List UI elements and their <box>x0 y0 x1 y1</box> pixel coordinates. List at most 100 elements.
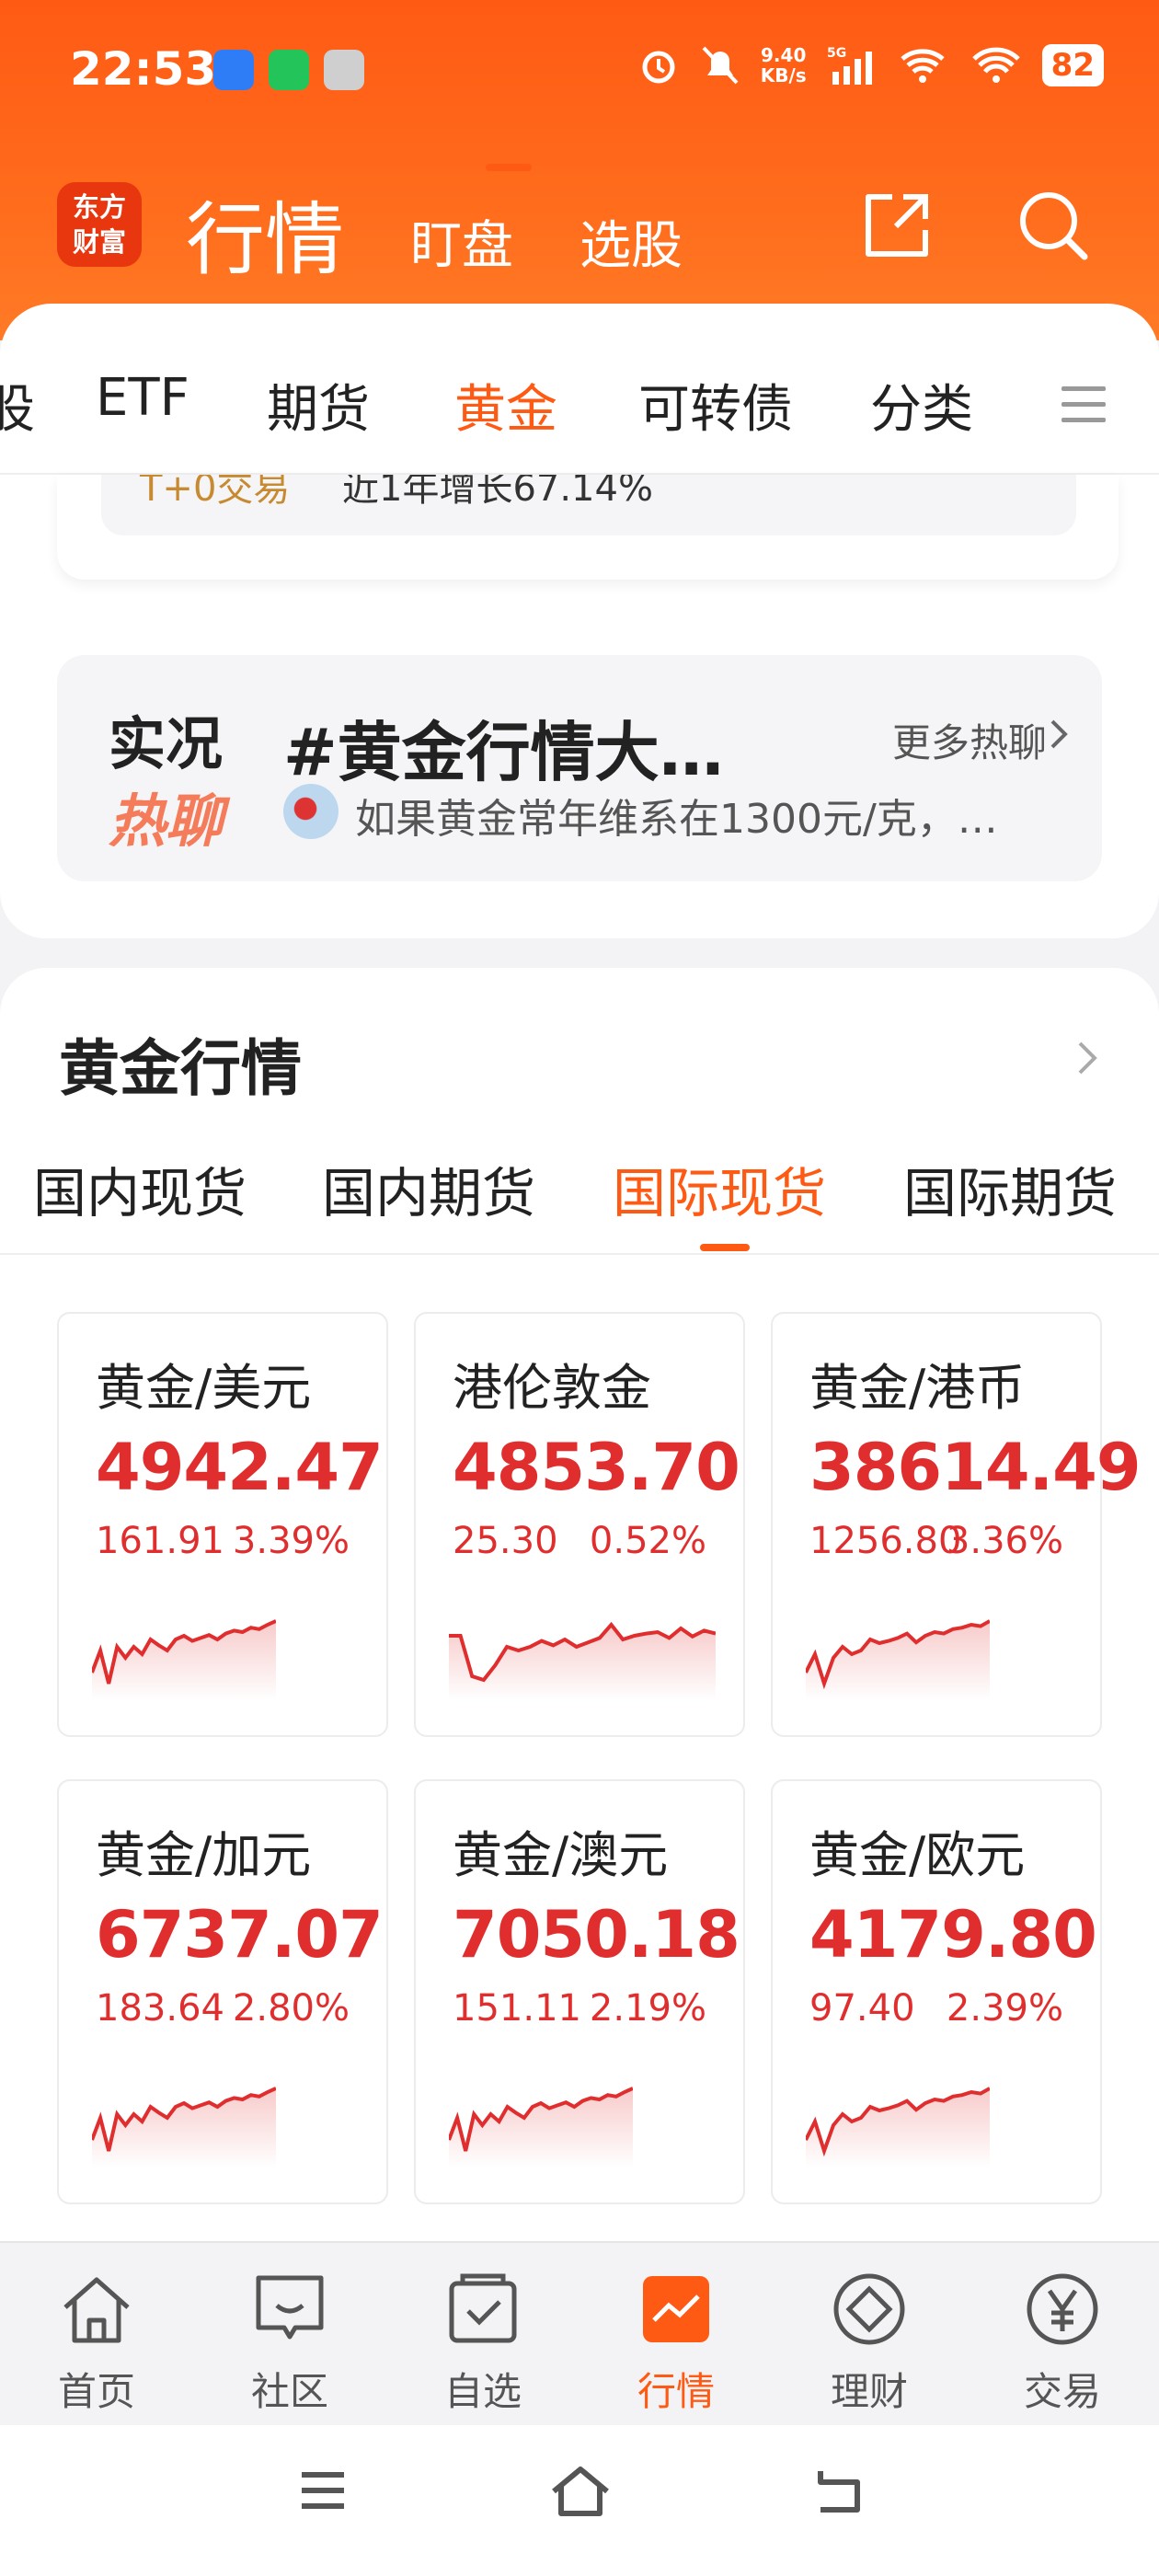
community-icon <box>256 2275 324 2340</box>
quote-percent: 2.19% <box>589 1987 706 2030</box>
watchlist-icon <box>449 2273 517 2343</box>
status-bar: 22:53 9.40 KB/s 5G 82 <box>0 37 1159 110</box>
nav-home[interactable]: 首页 <box>0 2243 193 2427</box>
menu-icon[interactable] <box>1061 386 1106 427</box>
sparkline-area <box>449 1625 716 1700</box>
quote-price: 4942.47 <box>96 1430 384 1505</box>
quote-change: 1256.80 <box>809 1520 962 1562</box>
home-icon <box>63 2277 130 2343</box>
recent-apps-icon[interactable] <box>294 2462 351 2519</box>
nav-trade[interactable]: 交易 <box>966 2243 1159 2427</box>
nav-watchlist[interactable]: 自选 <box>386 2243 580 2427</box>
tab-gold[interactable]: 黄金 <box>454 368 557 443</box>
hot-chat-label-live: 实况 <box>109 710 224 777</box>
quote-percent: 2.80% <box>232 1987 350 2030</box>
sparkline-chart <box>92 2087 276 2168</box>
subtab-domestic-futures[interactable]: 国内期货 <box>322 1150 535 1227</box>
market-icon <box>643 2276 709 2342</box>
tab-active-indicator <box>486 164 532 171</box>
quote-card-gold-usd[interactable]: 黄金/美元 4942.47 161.91 3.39% <box>57 1312 388 1737</box>
hot-chat-card[interactable]: 实况 热聊 #黄金行情大… 更多热聊 如果黄金常年维系在1300元/克，… <box>57 655 1102 881</box>
hot-chat-label-chat: 热聊 <box>109 788 224 855</box>
more-hot-chat-link[interactable]: 更多热聊 <box>892 712 1047 768</box>
quote-name: 黄金/加元 <box>96 1826 312 1884</box>
growth-text: 近1年增长67.14% <box>342 475 653 510</box>
subtab-intl-futures[interactable]: 国际期货 <box>903 1150 1117 1227</box>
sparkline-area <box>92 2088 276 2168</box>
t0-tag: T+0交易 <box>140 475 291 510</box>
tab-convertible-bonds[interactable]: 可转债 <box>638 368 793 443</box>
market-tab-bar: 股 ETF 期货 黄金 可转债 分类 <box>0 304 1159 475</box>
quote-price: 38614.49 <box>809 1430 1142 1505</box>
nav-wealth[interactable]: 理财 <box>773 2243 966 2427</box>
sparkline-chart <box>92 1619 276 1700</box>
quote-change: 97.40 <box>809 1987 915 2030</box>
sparkline-chart <box>449 1621 716 1700</box>
quote-card-gold-hkd[interactable]: 黄金/港币 38614.49 1256.80 3.36% <box>771 1312 1142 1737</box>
trade-icon <box>1027 2273 1098 2345</box>
quote-change: 183.64 <box>96 1987 224 2030</box>
system-navigation-bar <box>0 2425 1159 2576</box>
chevron-right-icon[interactable] <box>1076 1038 1098 1078</box>
svg-text:5G: 5G <box>827 46 846 61</box>
tab-etf[interactable]: ETF <box>96 368 189 428</box>
search-icon[interactable] <box>1012 184 1095 267</box>
app-logo[interactable]: 东方 财富 <box>57 182 142 267</box>
quote-price: 4853.70 <box>453 1430 740 1505</box>
tab-stocks[interactable]: 股 <box>0 368 35 443</box>
quote-name: 黄金/港币 <box>809 1359 1026 1417</box>
signal-icon: 5G <box>827 46 872 85</box>
subtab-active-indicator <box>700 1244 750 1251</box>
quote-price: 6737.07 <box>96 1897 384 1972</box>
hot-chat-message: 如果黄金常年维系在1300元/克，… <box>355 796 998 843</box>
hot-chat-topic[interactable]: #黄金行情大… <box>283 701 798 794</box>
home-button-icon[interactable] <box>548 2460 613 2521</box>
quote-percent: 3.39% <box>232 1520 350 1562</box>
tab-futures[interactable]: 期货 <box>267 368 370 443</box>
tab-categories[interactable]: 分类 <box>870 368 973 443</box>
page-title[interactable]: 行情 <box>186 175 344 290</box>
mute-icon <box>702 46 739 85</box>
avatar <box>283 784 339 839</box>
net-speed: 9.40 KB/s <box>760 44 807 86</box>
quote-card-gold-eur[interactable]: 黄金/欧元 4179.80 97.40 2.39% <box>771 1779 1102 2204</box>
wealth-icon <box>833 2273 905 2345</box>
quote-name: 黄金/澳元 <box>453 1826 669 1884</box>
nav-market[interactable]: 行情 <box>580 2243 773 2427</box>
tab-watch[interactable]: 盯盘 <box>410 204 513 279</box>
chevron-right-icon <box>1050 719 1068 749</box>
wifi-icon-2 <box>971 47 1020 83</box>
quote-change: 25.30 <box>453 1520 558 1562</box>
quote-card-hk-london-gold[interactable]: 港伦敦金 4853.70 25.30 0.52% <box>414 1312 745 1737</box>
sparkline-chart <box>806 1619 990 1700</box>
bottom-navigation: 首页 社区 自选 行情 理财 交易 <box>0 2241 1159 2425</box>
nav-community[interactable]: 社区 <box>193 2243 386 2427</box>
quote-percent: 2.39% <box>946 1987 1063 2030</box>
divider <box>0 1253 1159 1255</box>
quote-percent: 3.36% <box>946 1520 1063 1562</box>
quote-name: 黄金/美元 <box>96 1359 312 1417</box>
sparkline-area <box>449 2088 633 2168</box>
quote-card-gold-cad[interactable]: 黄金/加元 6737.07 183.64 2.80% <box>57 1779 388 2204</box>
sparkline-chart <box>449 2087 633 2168</box>
share-icon[interactable] <box>855 184 938 267</box>
fund-card-partial-info: T+0交易 近1年增长67.14% <box>101 475 1076 535</box>
subtab-intl-spot[interactable]: 国际现货 <box>613 1150 826 1227</box>
quote-card-gold-aud[interactable]: 黄金/澳元 7050.18 151.11 2.19% <box>414 1779 745 2204</box>
sparkline-chart <box>806 2087 990 2168</box>
wifi-icon <box>901 49 945 83</box>
battery-indicator: 82 <box>1041 44 1104 86</box>
gold-section-title[interactable]: 黄金行情 <box>59 1019 302 1108</box>
status-right: 9.40 KB/s 5G 82 <box>637 44 1104 86</box>
quote-name: 黄金/欧元 <box>809 1826 1026 1884</box>
quote-percent: 0.52% <box>589 1520 706 1562</box>
quote-price: 7050.18 <box>453 1897 740 1972</box>
wechat-notification-icon <box>269 50 309 90</box>
quote-change: 151.11 <box>453 1987 581 2030</box>
sparkline-area <box>92 1621 276 1700</box>
tab-stock-picker[interactable]: 选股 <box>580 204 683 279</box>
app-notification-icon <box>213 50 254 90</box>
subtab-domestic-spot[interactable]: 国内现货 <box>33 1150 247 1227</box>
quote-price: 4179.80 <box>809 1897 1097 1972</box>
back-button-icon[interactable] <box>809 2462 866 2519</box>
